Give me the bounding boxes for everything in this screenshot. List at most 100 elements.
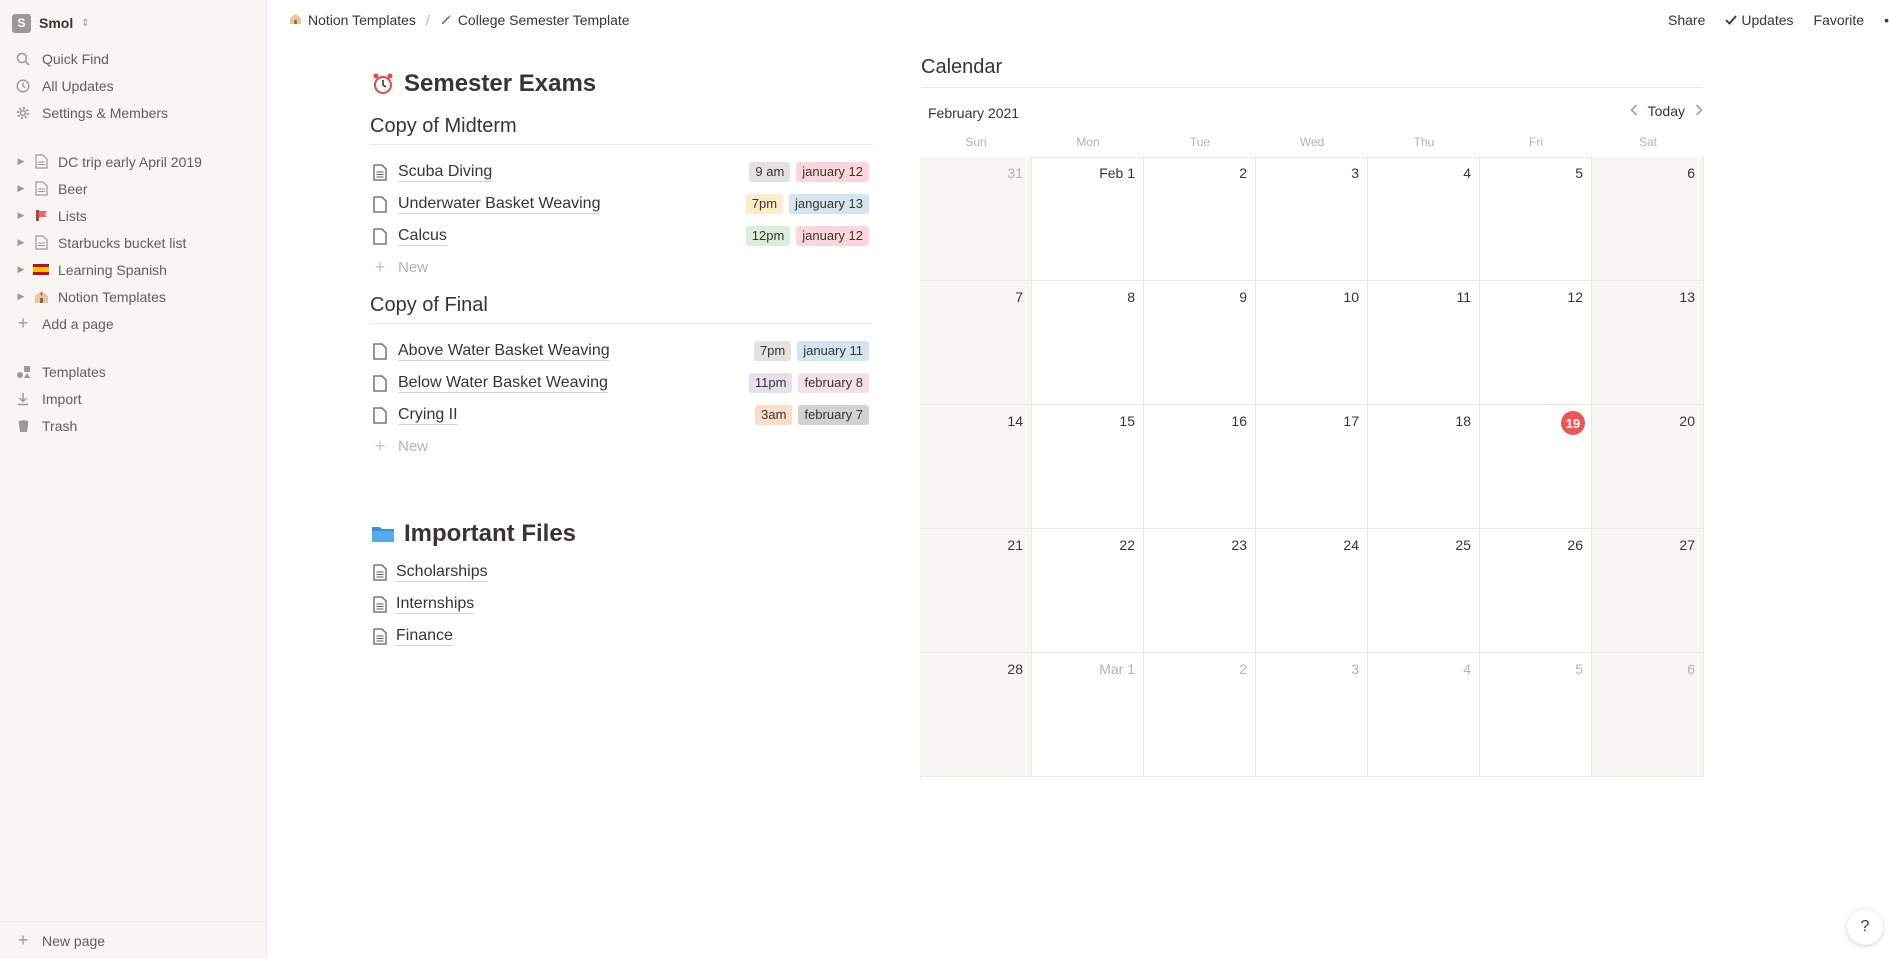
calendar-day-cell[interactable]: 3 — [1256, 157, 1368, 281]
list-item[interactable]: Crying II 3am february 7 — [370, 399, 873, 431]
list-item[interactable]: Calcus 12pm january 12 — [370, 220, 873, 252]
calendar-day-cell[interactable]: 15 — [1032, 405, 1144, 529]
add-page-button[interactable]: + Add a page — [0, 310, 267, 337]
workspace-switcher[interactable]: S Smol ⇕ — [12, 12, 90, 34]
file-link-internships[interactable]: Internships — [370, 588, 488, 620]
calendar-day-cell[interactable]: 5 — [1480, 653, 1592, 777]
help-button[interactable]: ? — [1847, 909, 1883, 945]
school-emoji-icon — [32, 288, 50, 306]
add-new-row-button[interactable]: + New — [370, 252, 873, 282]
calendar-title[interactable]: Calendar — [921, 56, 1703, 88]
midterm-group-title[interactable]: Copy of Midterm — [370, 115, 873, 145]
calendar-day-cell[interactable]: Feb 1 — [1032, 157, 1144, 281]
weekday-label: Fri — [1529, 135, 1543, 149]
day-number: 15 — [1119, 413, 1135, 429]
today-button[interactable]: Today — [1648, 103, 1685, 119]
item-name: Below Water Basket Weaving — [398, 373, 608, 393]
calendar-day-cell[interactable]: Mar 1 — [1032, 653, 1144, 777]
updates-button[interactable]: Updates — [1725, 12, 1794, 28]
file-link-finance[interactable]: Finance — [370, 620, 488, 652]
calendar-day-cell[interactable]: 11 — [1368, 281, 1480, 405]
day-number: 6 — [1687, 165, 1695, 181]
calendar-day-cell[interactable]: 8 — [1032, 281, 1144, 405]
favorite-button[interactable]: Favorite — [1814, 12, 1865, 28]
calendar-day-cell[interactable]: 4 — [1368, 157, 1480, 281]
sidebar-item-trash[interactable]: Trash — [0, 412, 267, 439]
calendar-day-cell[interactable]: 21 — [920, 529, 1032, 653]
calendar-day-cell[interactable]: 9 — [1144, 281, 1256, 405]
sidebar-item-learning-spanish[interactable]: ▶ Learning Spanish — [0, 256, 267, 283]
folder-icon — [370, 521, 396, 547]
triangle-right-icon[interactable]: ▶ — [14, 156, 28, 167]
calendar-day-cell[interactable]: 24 — [1256, 529, 1368, 653]
sidebar-item-settings[interactable]: Settings & Members — [0, 99, 267, 126]
calendar-day-cell[interactable]: 14 — [920, 405, 1032, 529]
add-new-row-button[interactable]: + New — [370, 431, 873, 461]
chevron-updown-icon: ⇕ — [81, 17, 90, 29]
calendar-day-cell[interactable]: 27 — [1592, 529, 1704, 653]
sidebar-item-import[interactable]: Import — [0, 385, 267, 412]
calendar-day-cell[interactable]: 2 — [1144, 157, 1256, 281]
weekday-label: Sat — [1638, 135, 1657, 149]
calendar-day-cell[interactable]: 18 — [1368, 405, 1480, 529]
triangle-right-icon[interactable]: ▶ — [14, 264, 28, 275]
calendar-day-cell[interactable]: 12 — [1480, 281, 1592, 405]
calendar-day-cell[interactable]: 3 — [1256, 653, 1368, 777]
important-files-heading: Important Files — [370, 520, 576, 548]
calendar-day-cell[interactable]: 2 — [1144, 653, 1256, 777]
sidebar-item-templates[interactable]: Templates — [0, 358, 267, 385]
list-item[interactable]: Below Water Basket Weaving 11pm february… — [370, 367, 873, 399]
triangle-right-icon[interactable]: ▶ — [14, 237, 28, 248]
calendar-day-cell[interactable]: 10 — [1256, 281, 1368, 405]
triangle-right-icon[interactable]: ▶ — [14, 291, 28, 302]
calendar-day-cell[interactable]: 7 — [920, 281, 1032, 405]
calendar-day-cell[interactable]: 19 — [1480, 405, 1592, 529]
new-page-button[interactable]: + New page — [0, 921, 267, 959]
calendar-day-cell[interactable]: 5 — [1480, 157, 1592, 281]
calendar-day-cell[interactable]: 26 — [1480, 529, 1592, 653]
shapes-icon — [14, 363, 32, 381]
calendar-day-cell[interactable]: 6 — [1592, 653, 1704, 777]
day-number: 3 — [1351, 661, 1359, 677]
sidebar-item-label: Quick Find — [42, 50, 109, 67]
chevron-left-icon[interactable] — [1630, 103, 1638, 119]
calendar-day-cell[interactable]: 4 — [1368, 653, 1480, 777]
chevron-right-icon[interactable] — [1695, 103, 1703, 119]
calendar-day-cell[interactable]: 13 — [1592, 281, 1704, 405]
document-icon — [370, 342, 390, 360]
calendar-day-cell[interactable]: 25 — [1368, 529, 1480, 653]
sidebar-item-dc-trip[interactable]: ▶ DC trip early April 2019 — [0, 148, 267, 175]
list-item[interactable]: Above Water Basket Weaving 7pm january 1… — [370, 335, 873, 367]
plus-icon: + — [374, 256, 386, 277]
file-link-scholarships[interactable]: Scholarships — [370, 556, 488, 588]
calendar-day-cell[interactable]: 17 — [1256, 405, 1368, 529]
share-button[interactable]: Share — [1668, 12, 1705, 28]
calendar-nav: Today — [1630, 103, 1703, 119]
calendar-day-cell[interactable]: 22 — [1032, 529, 1144, 653]
sidebar-item-starbucks[interactable]: ▶ Starbucks bucket list — [0, 229, 267, 256]
calendar-day-cell[interactable]: 28 — [920, 653, 1032, 777]
breadcrumb-item-college-semester[interactable]: College Semester Template — [458, 12, 630, 28]
list-item[interactable]: Scuba Diving 9 am january 12 — [370, 156, 873, 188]
sidebar-item-all-updates[interactable]: All Updates — [0, 72, 267, 99]
sidebar-item-beer[interactable]: ▶ Beer — [0, 175, 267, 202]
calendar-day-cell[interactable]: 20 — [1592, 405, 1704, 529]
triangle-right-icon[interactable]: ▶ — [14, 183, 28, 194]
list-item[interactable]: Underwater Basket Weaving 7pm janguary 1… — [370, 188, 873, 220]
sidebar-item-lists[interactable]: ▶ Lists — [0, 202, 267, 229]
sidebar-item-label: Import — [42, 390, 82, 407]
sidebar-item-label: All Updates — [42, 77, 114, 94]
calendar-day-cell[interactable]: 31 — [920, 157, 1032, 281]
breadcrumb-item-notion-templates[interactable]: Notion Templates — [308, 12, 416, 28]
sidebar-item-label: Learning Spanish — [58, 261, 167, 278]
calendar-day-cell[interactable]: 16 — [1144, 405, 1256, 529]
calendar-day-cell[interactable]: 23 — [1144, 529, 1256, 653]
sidebar-item-quick-find[interactable]: Quick Find — [0, 45, 267, 72]
calendar-day-cell[interactable]: 6 — [1592, 157, 1704, 281]
today-day-number: 19 — [1561, 411, 1585, 435]
final-group-title[interactable]: Copy of Final — [370, 294, 873, 324]
sidebar-item-notion-templates[interactable]: ▶ Notion Templates — [0, 283, 267, 310]
item-tags: 7pm janguary 13 — [745, 194, 869, 214]
triangle-right-icon[interactable]: ▶ — [14, 210, 28, 221]
more-dots-icon[interactable]: • — [1884, 12, 1889, 28]
